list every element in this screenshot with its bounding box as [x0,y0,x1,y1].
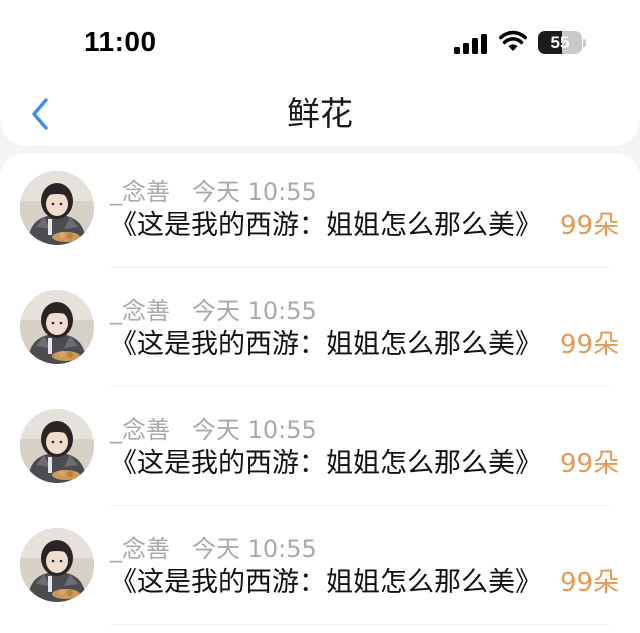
battery-icon: 55 [538,31,586,54]
sender-name[interactable]: _念善 [110,415,170,445]
list-item[interactable]: _念善 今天 10:55 《这是我的西游：姐姐怎么那么美》 99朵 [0,272,640,392]
cellular-signal-icon [454,34,487,54]
list-item[interactable]: _念善 今天 10:55 《这是我的西游：姐姐怎么那么美》 99朵 [0,391,640,511]
gift-message: 《这是我的西游：姐姐怎么那么美》 [110,210,542,241]
page-title: 鲜花 [287,94,353,133]
divider [110,624,610,625]
avatar[interactable] [20,409,94,483]
sender-name[interactable]: _念善 [110,296,170,326]
status-bar: 11:00 55 [0,0,640,84]
sent-time: 今天 10:55 [192,178,317,206]
list-item[interactable]: _念善 今天 10:55 《这是我的西游：姐姐怎么那么美》 99朵 [0,510,640,630]
sender-name[interactable]: _念善 [110,177,170,207]
gift-count: 99朵 [560,330,620,360]
list-item[interactable]: _念善 今天 10:55 《这是我的西游：姐姐怎么那么美》 99朵 [0,153,640,273]
status-time: 11:00 [84,26,157,57]
battery-level-text: 55 [550,33,570,52]
gift-message: 《这是我的西游：姐姐怎么那么美》 [110,329,542,360]
gift-message: 《这是我的西游：姐姐怎么那么美》 [110,448,542,479]
gift-message: 《这是我的西游：姐姐怎么那么美》 [110,567,542,598]
divider [110,267,610,268]
wifi-icon [499,30,527,51]
divider [110,505,610,506]
avatar[interactable] [20,171,94,245]
avatar[interactable] [20,528,94,602]
sent-time: 今天 10:55 [192,416,317,444]
gift-count: 99朵 [560,211,620,241]
sender-name[interactable]: _念善 [110,534,170,564]
divider [110,386,610,387]
gift-list: _念善 今天 10:55 《这是我的西游：姐姐怎么那么美》 99朵 _念善 今天… [0,153,640,633]
gift-count: 99朵 [560,568,620,598]
avatar[interactable] [20,290,94,364]
gift-count: 99朵 [560,449,620,479]
sent-time: 今天 10:55 [192,535,317,563]
sent-time: 今天 10:55 [192,297,317,325]
nav-bar: 鲜花 [0,84,640,146]
